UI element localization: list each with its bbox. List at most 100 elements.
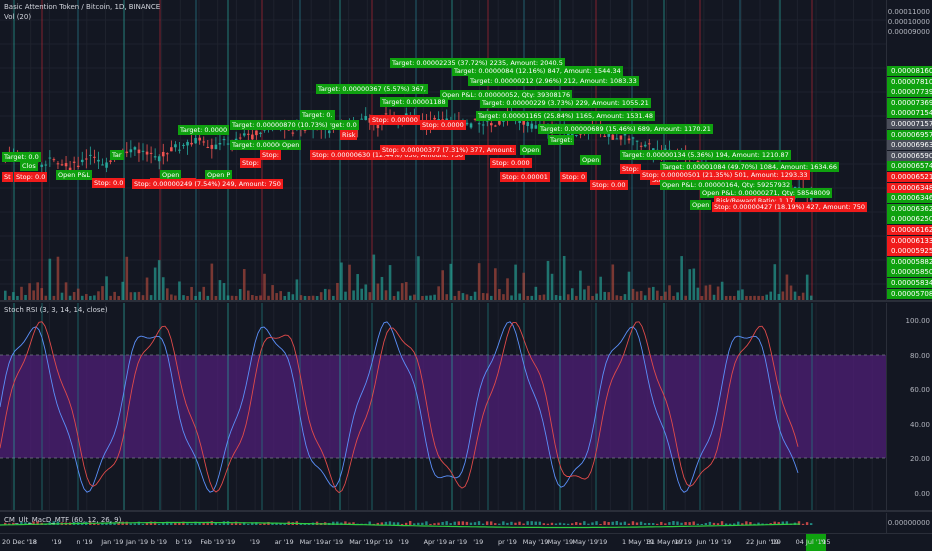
volume-bar bbox=[603, 291, 606, 300]
trade-label[interactable]: Target: 0.00001188 bbox=[380, 97, 448, 107]
price-tag: 0.00006133 bbox=[887, 235, 932, 246]
macd-histogram-bar bbox=[129, 523, 132, 525]
macd-histogram-bar bbox=[542, 523, 546, 525]
macd-histogram-bar bbox=[409, 521, 412, 525]
trade-label[interactable]: Stop: 0.00000427 (18.19%) 427, Amount: 7… bbox=[712, 202, 868, 212]
time-axis-label: '19 bbox=[225, 538, 236, 546]
trade-label[interactable]: Target: 0.0000084 (12.16%) 847, Amount: … bbox=[452, 66, 623, 76]
trade-label[interactable]: Target: 0.00000689 (15.46%) 689, Amount:… bbox=[538, 124, 713, 134]
stoch-rsi-axis[interactable]: 100.00 80.00 60.00 40.00 20.00 0.00 bbox=[886, 303, 932, 510]
candle-body bbox=[40, 164, 44, 167]
trade-label[interactable]: Stop: 0.00000501 (21.35%) 501, Amount: 1… bbox=[640, 170, 810, 180]
trade-label[interactable]: Target: 0.00000870 (10.73%) bbox=[230, 120, 330, 130]
pane-separator[interactable] bbox=[0, 510, 932, 512]
symbol-title[interactable]: Basic Attention Token / Bitcoin, 1D, BIN… bbox=[4, 3, 160, 11]
macd-histogram-bar bbox=[575, 522, 578, 525]
macd-histogram-bar bbox=[133, 523, 136, 525]
volume-bar bbox=[340, 262, 343, 300]
volume-bar bbox=[546, 260, 550, 300]
volume-bar bbox=[481, 293, 485, 300]
stoch-rsi-axis-label: 80.00 bbox=[909, 351, 930, 360]
macd-axis[interactable]: 0.00000000 bbox=[886, 513, 932, 533]
candle-body bbox=[149, 152, 153, 154]
macd-histogram-bar bbox=[283, 523, 286, 525]
volume-bar bbox=[384, 290, 388, 300]
macd-histogram-bar bbox=[170, 522, 173, 525]
trade-label-fragment: Open bbox=[690, 200, 712, 210]
trade-label[interactable]: Stop: 0.00000377 (7.31%) 377, Amount: bbox=[380, 145, 517, 155]
macd-histogram-bar bbox=[498, 523, 501, 525]
macd-histogram-bar bbox=[494, 523, 497, 525]
volume-bar bbox=[287, 291, 291, 300]
volume-bar bbox=[498, 289, 501, 300]
price-axis-label: 0.00011000 bbox=[887, 8, 930, 16]
macd-histogram-bar bbox=[518, 521, 521, 525]
volume-bar bbox=[785, 274, 789, 300]
volume-bar bbox=[360, 288, 363, 300]
trade-label-fragment: St bbox=[2, 172, 13, 182]
price-chart-pane[interactable]: Target: 0.0TarClosStStop: 0.0Stop: 0.0St… bbox=[0, 0, 886, 300]
time-axis-label: '19 bbox=[473, 538, 484, 546]
volume-indicator-label[interactable]: Vol (20) bbox=[4, 13, 31, 21]
trade-label[interactable]: Stop: 0.00000249 (7.54%) 249, Amount: 75… bbox=[132, 179, 283, 189]
price-tag: 0.00006346 bbox=[887, 193, 932, 204]
trade-label[interactable]: Target: 0.00000212 (2.96%) 212, Amount: … bbox=[468, 76, 639, 86]
macd-histogram-bar bbox=[550, 522, 554, 525]
time-axis-label: ar '19 bbox=[448, 538, 468, 546]
stoch-rsi-label[interactable]: Stoch RSI (3, 3, 14, 14, close) bbox=[4, 306, 108, 314]
candle-body bbox=[202, 141, 206, 143]
candle-body bbox=[534, 125, 538, 129]
time-axis-label: ar '19 bbox=[274, 538, 294, 546]
macd-histogram-bar bbox=[404, 522, 408, 525]
volume-bar bbox=[477, 263, 481, 300]
macd-histogram-bar bbox=[400, 523, 404, 525]
trade-label-fragment: Tar bbox=[110, 150, 124, 160]
macd-histogram-bar bbox=[579, 522, 582, 525]
macd-histogram-bar bbox=[801, 523, 805, 525]
candle-body bbox=[210, 144, 214, 149]
price-tag: 0.00005834 bbox=[887, 278, 932, 288]
macd-histogram-bar bbox=[477, 521, 481, 525]
macd-histogram-bar bbox=[534, 521, 537, 525]
candle-body bbox=[56, 163, 60, 165]
trade-label[interactable]: Target: 0.00000134 (5.36%) 194, Amount: … bbox=[620, 150, 791, 160]
volume-bar bbox=[708, 284, 712, 300]
macd-histogram-bar bbox=[202, 522, 205, 525]
candle-body bbox=[226, 143, 230, 145]
volume-bar bbox=[639, 290, 643, 300]
volume-bar bbox=[631, 288, 635, 300]
macd-canvas[interactable] bbox=[0, 513, 886, 533]
time-axis-label: Jan '19 bbox=[126, 538, 149, 546]
stoch-rsi-canvas[interactable] bbox=[0, 303, 886, 510]
volume-bar bbox=[161, 277, 165, 300]
candle-body bbox=[182, 144, 185, 146]
candle-body bbox=[141, 150, 145, 152]
macd-histogram-bar bbox=[688, 522, 691, 525]
candle-body bbox=[603, 135, 606, 137]
volume-bar bbox=[60, 292, 64, 300]
macd-histogram-bar bbox=[562, 523, 566, 525]
candle-body bbox=[52, 159, 56, 161]
price-tag: 0.00006590 bbox=[887, 150, 932, 161]
trade-label[interactable]: Target: 0.00000367 (5.57%) 367, bbox=[316, 84, 428, 94]
pane-separator[interactable] bbox=[0, 300, 932, 302]
stoch-rsi-pane[interactable]: Stoch RSI (3, 3, 14, 14, close) bbox=[0, 303, 886, 510]
volume-bar bbox=[607, 292, 611, 300]
volume-bar bbox=[40, 288, 44, 300]
volume-bar bbox=[579, 270, 582, 300]
macd-label[interactable]: CM_Ult_MacD_MTF (60, 12, 26, 9) bbox=[4, 516, 121, 524]
trade-label-fragment: Open bbox=[580, 155, 602, 165]
trade-label[interactable]: Target: 0.00000229 (3.73%) 229, Amount: … bbox=[480, 98, 651, 108]
macd-pane[interactable]: CM_Ult_MacD_MTF (60, 12, 26, 9) bbox=[0, 513, 886, 533]
volume-bar bbox=[72, 292, 76, 300]
volume-bar bbox=[202, 286, 206, 300]
time-axis[interactable]: 20 Dec '18'18'19 n '19 Jan '19 Jan '19 b '19… bbox=[0, 533, 932, 551]
volume-bar bbox=[720, 281, 724, 300]
candle-body bbox=[631, 137, 635, 139]
macd-histogram-bar bbox=[259, 523, 262, 525]
trade-label[interactable]: Target: 0.00001165 (25.84%) 1165, Amount… bbox=[476, 111, 655, 121]
price-axis[interactable]: 0.00011000 0.00010000 0.00009000 0.00008160… bbox=[886, 0, 932, 300]
macd-histogram-bar bbox=[449, 523, 452, 525]
volume-bar bbox=[522, 272, 525, 300]
volume-bar bbox=[242, 269, 246, 300]
